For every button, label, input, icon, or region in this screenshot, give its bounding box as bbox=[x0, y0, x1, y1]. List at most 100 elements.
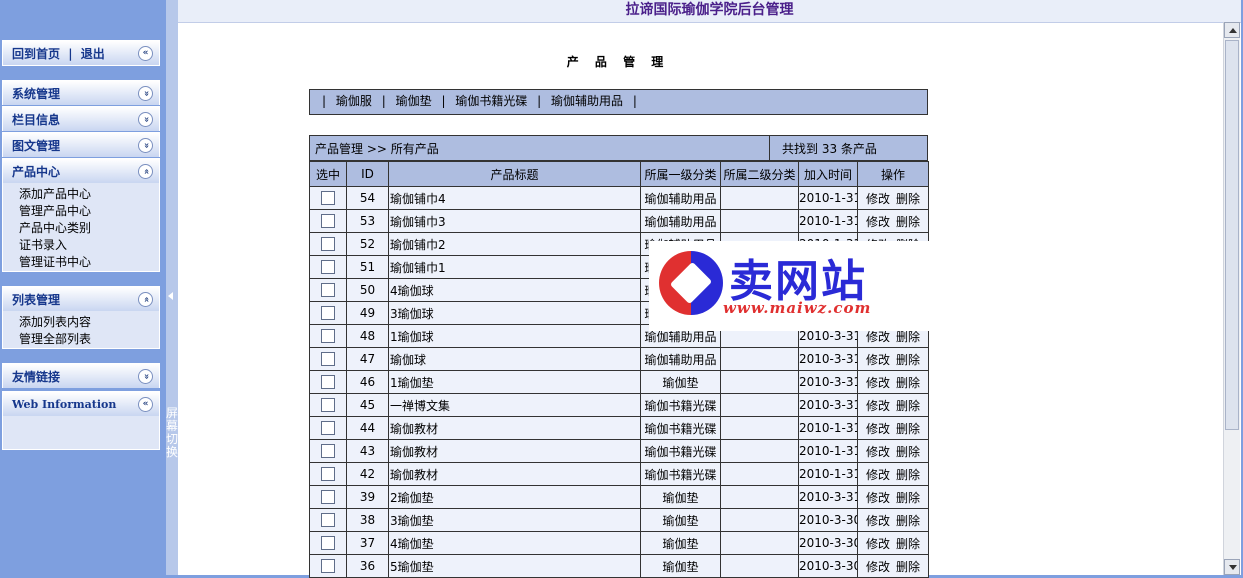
row-checkbox[interactable] bbox=[321, 283, 335, 298]
row-cat2 bbox=[720, 554, 799, 578]
collapse-arrow-icon[interactable] bbox=[168, 292, 173, 300]
edit-link[interactable]: 修改 bbox=[866, 468, 890, 482]
row-checkbox[interactable] bbox=[321, 398, 335, 413]
delete-link[interactable]: 删除 bbox=[896, 422, 920, 436]
delete-link[interactable]: 删除 bbox=[896, 445, 920, 459]
row-checkbox[interactable] bbox=[321, 191, 335, 206]
scroll-up-icon[interactable] bbox=[1224, 22, 1240, 38]
section-header[interactable]: 产品中心 « bbox=[3, 159, 159, 183]
delete-link[interactable]: 删除 bbox=[896, 514, 920, 528]
edit-link[interactable]: 修改 bbox=[866, 353, 890, 367]
screen-toggle-label[interactable]: 屏幕切换 bbox=[166, 407, 178, 459]
delete-link[interactable]: 删除 bbox=[896, 353, 920, 367]
category-link[interactable]: 瑜伽垫 bbox=[396, 94, 432, 108]
sidebar-item-add-list[interactable]: 添加列表内容 bbox=[19, 314, 159, 331]
row-date: 2010-1-31 bbox=[798, 439, 858, 463]
collapse-up-icon[interactable]: « bbox=[138, 163, 153, 179]
row-title: 1瑜伽垫 bbox=[388, 370, 641, 394]
edit-link[interactable]: 修改 bbox=[866, 445, 890, 459]
delete-link[interactable]: 删除 bbox=[896, 560, 920, 574]
delete-link[interactable]: 删除 bbox=[896, 192, 920, 206]
edit-link[interactable]: 修改 bbox=[866, 330, 890, 344]
delete-link[interactable]: 删除 bbox=[896, 491, 920, 505]
row-date: 2010-3-31 bbox=[798, 370, 858, 394]
row-date: 2010-3-31 bbox=[798, 347, 858, 371]
row-cat2 bbox=[720, 531, 799, 555]
row-checkbox[interactable] bbox=[321, 375, 335, 390]
expand-down-icon[interactable]: » bbox=[138, 137, 153, 153]
logout-link[interactable]: 退出 bbox=[81, 47, 105, 61]
home-link[interactable]: 回到首页 bbox=[12, 47, 60, 61]
row-title: 2瑜伽垫 bbox=[388, 485, 641, 509]
sidebar-item-manage-lists[interactable]: 管理全部列表 bbox=[19, 331, 159, 348]
delete-link[interactable]: 删除 bbox=[896, 468, 920, 482]
row-actions: 修改删除 bbox=[857, 347, 929, 371]
collapse-left-icon[interactable]: « bbox=[138, 396, 153, 412]
row-checkbox[interactable] bbox=[321, 536, 335, 551]
vertical-scrollbar[interactable] bbox=[1223, 22, 1240, 575]
scroll-down-icon[interactable] bbox=[1224, 559, 1240, 575]
edit-link[interactable]: 修改 bbox=[866, 537, 890, 551]
delete-link[interactable]: 删除 bbox=[896, 215, 920, 229]
sidebar-item-add-product[interactable]: 添加产品中心 bbox=[19, 186, 159, 203]
row-checkbox[interactable] bbox=[321, 329, 335, 344]
edit-link[interactable]: 修改 bbox=[866, 514, 890, 528]
col-header-cat2: 所属二级分类 bbox=[720, 161, 799, 187]
row-date: 2010-1-31 bbox=[798, 209, 858, 233]
row-id: 54 bbox=[346, 186, 389, 210]
row-cat2 bbox=[720, 416, 799, 440]
row-checkbox[interactable] bbox=[321, 260, 335, 275]
delete-link[interactable]: 删除 bbox=[896, 376, 920, 390]
collapse-up-icon[interactable]: « bbox=[138, 291, 153, 307]
table-row: 38 3瑜伽垫 瑜伽垫 2010-3-30 修改 删除 bbox=[309, 508, 929, 532]
row-checkbox[interactable] bbox=[321, 444, 335, 459]
category-link[interactable]: 瑜伽服 bbox=[336, 94, 372, 108]
section-header[interactable]: 栏目信息 » bbox=[3, 107, 159, 131]
sidebar-item-certificate-entry[interactable]: 证书录入 bbox=[19, 237, 159, 254]
edit-link[interactable]: 修改 bbox=[866, 422, 890, 436]
row-select-cell bbox=[309, 508, 347, 532]
section-header[interactable]: 列表管理 « bbox=[3, 287, 159, 311]
section-articles: 图文管理 » bbox=[2, 132, 160, 157]
row-checkbox[interactable] bbox=[321, 559, 335, 574]
row-id: 46 bbox=[346, 370, 389, 394]
row-date: 2010-1-31 bbox=[798, 416, 858, 440]
screen-toggle-splitter[interactable]: 屏幕切换 bbox=[166, 0, 178, 575]
edit-link[interactable]: 修改 bbox=[866, 376, 890, 390]
row-checkbox[interactable] bbox=[321, 421, 335, 436]
row-checkbox[interactable] bbox=[321, 306, 335, 321]
delete-link[interactable]: 删除 bbox=[896, 399, 920, 413]
row-checkbox[interactable] bbox=[321, 513, 335, 528]
edit-link[interactable]: 修改 bbox=[866, 399, 890, 413]
sidebar-item-product-category[interactable]: 产品中心类别 bbox=[19, 220, 159, 237]
row-checkbox[interactable] bbox=[321, 490, 335, 505]
sidebar-item-manage-certificate[interactable]: 管理证书中心 bbox=[19, 254, 159, 271]
expand-down-icon[interactable]: » bbox=[138, 111, 153, 127]
edit-link[interactable]: 修改 bbox=[866, 215, 890, 229]
row-select-cell bbox=[309, 255, 347, 279]
delete-link[interactable]: 删除 bbox=[896, 330, 920, 344]
edit-link[interactable]: 修改 bbox=[866, 192, 890, 206]
section-header[interactable]: 系统管理 » bbox=[3, 81, 159, 105]
category-link[interactable]: 瑜伽辅助用品 bbox=[551, 94, 623, 108]
sidebar-item-manage-product[interactable]: 管理产品中心 bbox=[19, 203, 159, 220]
scroll-thumb[interactable] bbox=[1225, 40, 1239, 430]
collapse-left-icon[interactable]: « bbox=[138, 45, 153, 61]
row-date: 2010-3-30 bbox=[798, 554, 858, 578]
row-checkbox[interactable] bbox=[321, 352, 335, 367]
row-checkbox[interactable] bbox=[321, 237, 335, 252]
row-title: 瑜伽铺巾1 bbox=[388, 255, 641, 279]
section-header[interactable]: Web Information « bbox=[3, 392, 159, 416]
col-header-id: ID bbox=[346, 161, 389, 187]
expand-down-icon[interactable]: » bbox=[138, 368, 153, 384]
category-link[interactable]: 瑜伽书籍光碟 bbox=[455, 94, 527, 108]
expand-down-icon[interactable]: » bbox=[138, 85, 153, 101]
section-header[interactable]: 友情链接 » bbox=[3, 364, 159, 388]
section-header[interactable]: 图文管理 » bbox=[3, 133, 159, 157]
edit-link[interactable]: 修改 bbox=[866, 560, 890, 574]
edit-link[interactable]: 修改 bbox=[866, 491, 890, 505]
row-checkbox[interactable] bbox=[321, 214, 335, 229]
delete-link[interactable]: 删除 bbox=[896, 537, 920, 551]
row-title: 一禅博文集 bbox=[388, 393, 641, 417]
row-checkbox[interactable] bbox=[321, 467, 335, 482]
